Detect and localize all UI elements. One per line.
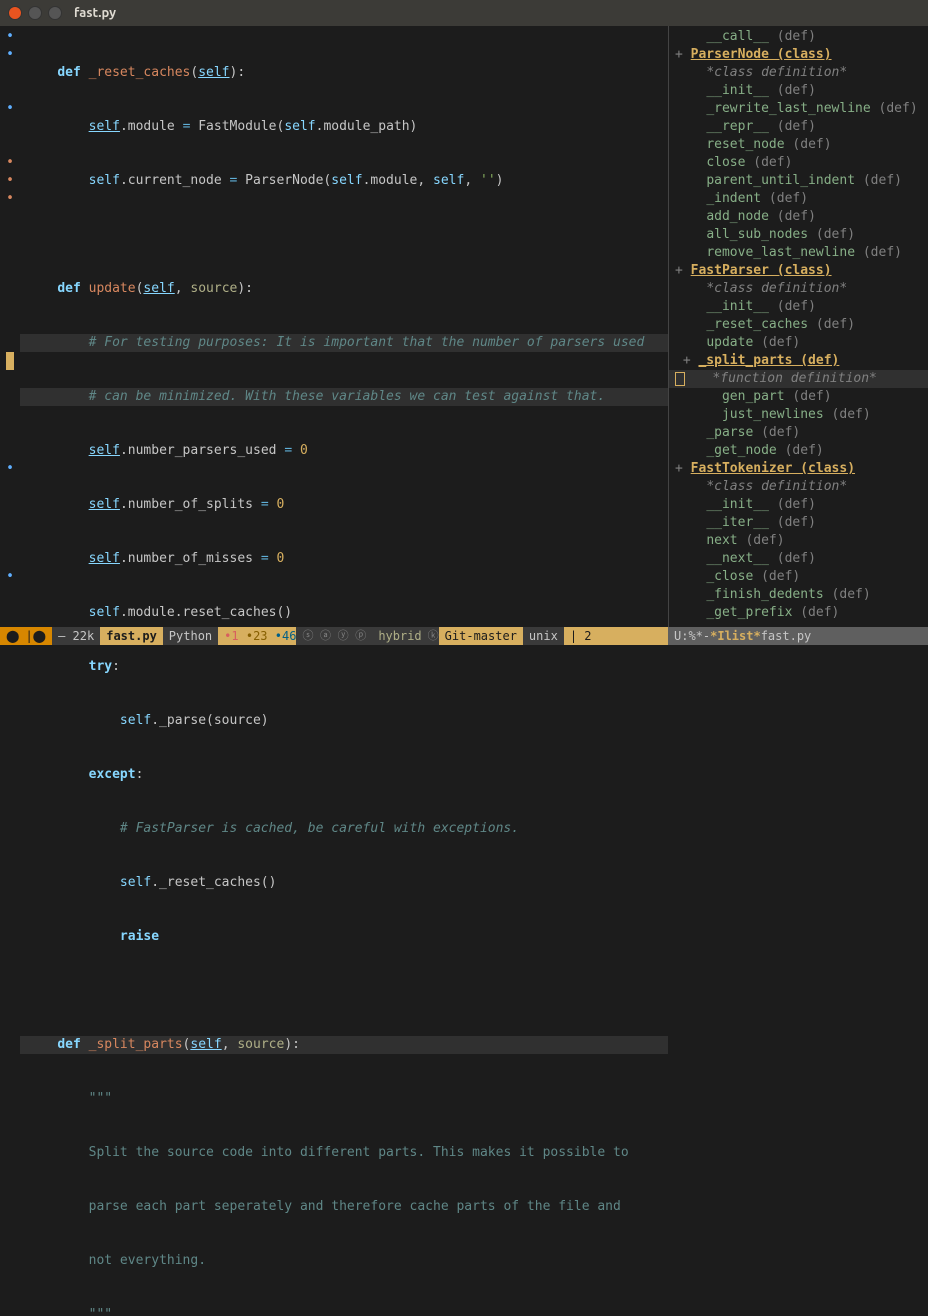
status-hybrid: hybrid [372, 627, 427, 645]
status-k: ⓚ [428, 627, 439, 645]
status-alert1: ⬤ [0, 627, 25, 645]
code-area[interactable]: def _reset_caches(self): self.module = F… [20, 26, 668, 627]
outline-item[interactable]: + _split_parts (def) [669, 352, 928, 370]
window-title: fast.py [74, 6, 116, 20]
status-right-mode: U:%*- [674, 629, 710, 643]
statusbar: ⬤|⬤ – 22k fast.py Python •1 •23 •46 ⓢ ⓐ … [0, 627, 928, 645]
outline-item[interactable]: _close (def) [669, 568, 928, 586]
outline-item[interactable]: _parse (def) [669, 424, 928, 442]
outline-item[interactable]: _reset_caches (def) [669, 316, 928, 334]
status-warn: •23 [246, 629, 275, 643]
outline-item[interactable]: *class definition* [669, 478, 928, 496]
outline-item[interactable]: + FastParser (class) [669, 262, 928, 280]
status-git: Git-master [439, 627, 523, 645]
outline-item[interactable]: *function definition* [669, 370, 928, 388]
maximize-icon[interactable] [48, 6, 62, 20]
outline-item[interactable]: close (def) [669, 154, 928, 172]
status-err: •1 [224, 629, 246, 643]
outline-item[interactable]: __init__ (def) [669, 298, 928, 316]
outline-item[interactable]: + FastTokenizer (class) [669, 460, 928, 478]
editor: • • • • • • • • def _reset_caches(self): [0, 26, 928, 627]
outline-item[interactable]: __init__ (def) [669, 496, 928, 514]
outline-item[interactable]: __repr__ (def) [669, 118, 928, 136]
status-file: fast.py [100, 627, 163, 645]
status-pct: | 2 [564, 627, 598, 645]
status-indicators: ⓢ ⓐ ⓨ ⓟ [296, 627, 372, 645]
outline-item[interactable]: gen_part (def) [669, 388, 928, 406]
outline-item[interactable]: _get_prefix (def) [669, 604, 928, 622]
outline-item[interactable]: _indent (def) [669, 190, 928, 208]
outline-item[interactable]: reset_node (def) [669, 136, 928, 154]
status-unix: unix [523, 627, 564, 645]
close-icon[interactable] [8, 6, 22, 20]
titlebar: fast.py [0, 0, 928, 26]
minimize-icon[interactable] [28, 6, 42, 20]
status-alert2: |⬤ [25, 627, 52, 645]
outline-item[interactable]: __call__ (def) [669, 28, 928, 46]
status-mode: Python [163, 627, 218, 645]
status-size: – 22k [52, 627, 100, 645]
outline-panel[interactable]: __call__ (def) + ParserNode (class) *cla… [668, 26, 928, 627]
outline-item[interactable]: _finish_dedents (def) [669, 586, 928, 604]
outline-item[interactable]: remove_last_newline (def) [669, 244, 928, 262]
outline-item[interactable]: + ParserNode (class) [669, 46, 928, 64]
outline-item[interactable]: __next__ (def) [669, 550, 928, 568]
outline-item[interactable]: next (def) [669, 532, 928, 550]
status-right-buf: *Ilist* [710, 629, 761, 643]
outline-item[interactable]: __init__ (def) [669, 82, 928, 100]
outline-item[interactable]: *class definition* [669, 280, 928, 298]
gutter: • • • • • • • • [0, 26, 20, 627]
outline-item[interactable]: just_newlines (def) [669, 406, 928, 424]
outline-item[interactable]: update (def) [669, 334, 928, 352]
outline-item[interactable]: all_sub_nodes (def) [669, 226, 928, 244]
outline-item[interactable]: parent_until_indent (def) [669, 172, 928, 190]
window-controls [8, 6, 62, 20]
outline-item[interactable]: *class definition* [669, 64, 928, 82]
status-info: •46 [275, 629, 297, 643]
status-right-file: fast.py [761, 629, 812, 643]
outline-item[interactable]: __iter__ (def) [669, 514, 928, 532]
outline-item[interactable]: _get_node (def) [669, 442, 928, 460]
outline-item[interactable]: add_node (def) [669, 208, 928, 226]
outline-item[interactable]: _rewrite_last_newline (def) [669, 100, 928, 118]
